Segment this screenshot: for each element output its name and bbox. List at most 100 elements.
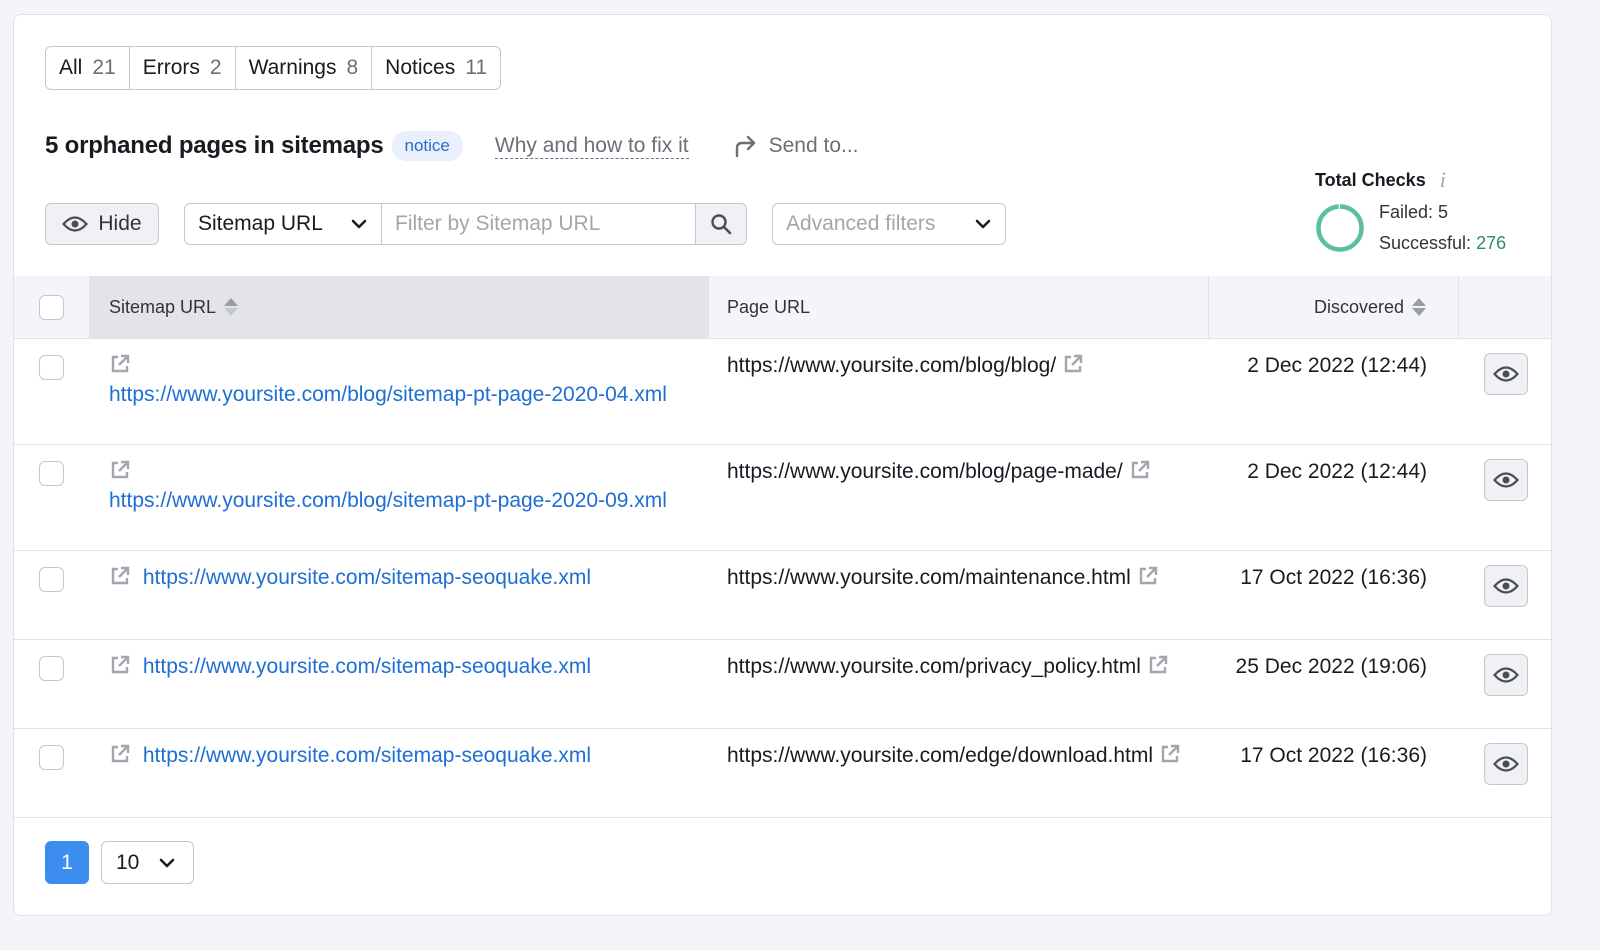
actions-cell — [1459, 640, 1551, 728]
external-link-icon[interactable] — [1129, 459, 1151, 488]
info-icon[interactable]: i — [1440, 167, 1446, 193]
sitemap-url-link[interactable]: https://www.yoursite.com/sitemap-seoquak… — [143, 744, 591, 767]
eye-icon — [1493, 366, 1519, 382]
filter-group: Sitemap URL — [184, 203, 747, 245]
eye-icon — [62, 216, 89, 232]
page-1-button[interactable]: 1 — [45, 841, 89, 884]
view-details-button[interactable] — [1484, 353, 1528, 395]
row-checkbox[interactable] — [39, 567, 64, 592]
row-checkbox[interactable] — [39, 656, 64, 681]
filter-input[interactable] — [382, 204, 695, 244]
checks-donut-chart — [1316, 204, 1364, 252]
tab-count: 2 — [209, 56, 222, 79]
row-checkbox-cell — [14, 640, 89, 728]
sitemap-url-cell: https://www.yoursite.com/sitemap-seoquak… — [89, 640, 709, 728]
view-details-button[interactable] — [1484, 565, 1528, 607]
table-row: https://www.yoursite.com/sitemap-seoquak… — [14, 551, 1551, 640]
actions-cell — [1459, 551, 1551, 639]
table-row: https://www.yoursite.com/blog/sitemap-pt… — [14, 445, 1551, 551]
sitemap-url-link[interactable]: https://www.yoursite.com/blog/sitemap-pt… — [109, 489, 667, 512]
row-checkbox-cell — [14, 729, 89, 817]
failed-count: 5 — [1438, 202, 1449, 222]
tab-notices[interactable]: Notices 11 — [372, 47, 500, 89]
external-link-icon[interactable] — [1147, 654, 1169, 683]
external-link-icon[interactable] — [109, 565, 131, 594]
discovered-cell: 2 Dec 2022 (12:44) — [1247, 460, 1427, 483]
sitemap-url-cell: https://www.yoursite.com/sitemap-seoquak… — [89, 729, 709, 817]
successful-line: Successful: 276 — [1379, 228, 1506, 259]
total-checks-title: Total Checks — [1315, 169, 1426, 190]
column-discovered[interactable]: Discovered — [1209, 276, 1459, 338]
checks-body: Failed: 5 Successful: 276 — [1315, 197, 1506, 259]
successful-count: 276 — [1476, 233, 1507, 253]
column-actions — [1459, 276, 1551, 338]
row-checkbox-cell — [14, 445, 89, 550]
tab-all[interactable]: All 21 — [46, 47, 130, 89]
row-checkbox[interactable] — [39, 461, 64, 486]
page-url-text: https://www.yoursite.com/maintenance.htm… — [727, 566, 1131, 589]
eye-icon — [1493, 472, 1519, 488]
hide-button[interactable]: Hide — [45, 203, 159, 245]
page-url-cell: https://www.yoursite.com/privacy_policy.… — [709, 640, 1209, 728]
actions-cell — [1459, 729, 1551, 817]
issue-type-tabs: All 21 Errors 2 Warnings 8 Notices 11 — [45, 46, 502, 90]
external-link-icon[interactable] — [1137, 565, 1159, 594]
send-to-label: Send to... — [768, 134, 859, 157]
row-checkbox[interactable] — [39, 355, 64, 380]
success-ring — [1316, 204, 1364, 252]
view-details-button[interactable] — [1484, 743, 1528, 785]
row-checkbox[interactable] — [39, 745, 64, 770]
external-link-icon[interactable] — [109, 654, 131, 683]
why-fix-link[interactable]: Why and how to fix it — [494, 134, 689, 159]
page-url-cell: https://www.yoursite.com/blog/page-made/ — [709, 445, 1209, 550]
search-button[interactable] — [695, 204, 746, 244]
total-checks-widget: Total Checks i Failed: 5 Successful: 276 — [1315, 167, 1506, 259]
view-details-button[interactable] — [1484, 459, 1528, 501]
sort-icon[interactable] — [1412, 298, 1426, 316]
issue-report-card: All 21 Errors 2 Warnings 8 Notices 11 5 orph… — [13, 14, 1552, 916]
discovered-cell: 2 Dec 2022 (12:44) — [1247, 354, 1427, 377]
eye-icon — [1493, 667, 1519, 683]
column-label: Page URL — [727, 296, 811, 317]
total-checks-heading: Total Checks i — [1315, 167, 1506, 193]
row-checkbox-cell — [14, 339, 89, 444]
chevron-down-icon — [351, 219, 367, 229]
search-icon — [711, 214, 732, 235]
page-url-text: https://www.yoursite.com/blog/blog/ — [727, 354, 1057, 377]
sitemap-url-cell: https://www.yoursite.com/blog/sitemap-pt… — [89, 445, 709, 550]
external-link-icon[interactable] — [1159, 743, 1181, 772]
sitemap-url-link[interactable]: https://www.yoursite.com/blog/sitemap-pt… — [109, 383, 667, 406]
external-link-icon[interactable] — [109, 743, 131, 772]
send-to-button[interactable]: Send to... — [733, 134, 859, 158]
checks-counts: Failed: 5 Successful: 276 — [1379, 197, 1506, 259]
external-link-icon[interactable] — [109, 459, 699, 488]
failed-line: Failed: 5 — [1379, 197, 1506, 228]
tab-warnings[interactable]: Warnings 8 — [236, 47, 373, 89]
sitemap-url-link[interactable]: https://www.yoursite.com/sitemap-seoquak… — [143, 655, 591, 678]
table-body: https://www.yoursite.com/blog/sitemap-pt… — [14, 339, 1551, 818]
tab-label: All — [59, 56, 83, 79]
per-page-value: 10 — [116, 850, 140, 874]
column-sitemap-url[interactable]: Sitemap URL — [89, 276, 709, 338]
issue-title: 5 orphaned pages in sitemaps — [45, 132, 384, 159]
tab-count: 8 — [346, 56, 359, 79]
tab-label: Errors — [142, 56, 200, 79]
per-page-select[interactable]: 10 — [101, 841, 194, 884]
page-url-cell: https://www.yoursite.com/blog/blog/ — [709, 339, 1209, 444]
filter-field-select[interactable]: Sitemap URL — [185, 204, 382, 244]
view-details-button[interactable] — [1484, 654, 1528, 696]
external-link-icon[interactable] — [109, 353, 699, 382]
external-link-icon[interactable] — [1062, 353, 1084, 382]
tab-label: Notices — [385, 56, 456, 79]
page-url-cell: https://www.yoursite.com/maintenance.htm… — [709, 551, 1209, 639]
discovered-cell: 17 Oct 2022 (16:36) — [1240, 744, 1427, 767]
tab-errors[interactable]: Errors 2 — [130, 47, 236, 89]
select-all-checkbox[interactable] — [39, 294, 64, 320]
sort-icon[interactable] — [224, 298, 239, 316]
column-label: Discovered — [1313, 296, 1404, 317]
eye-icon — [1493, 578, 1519, 594]
sitemap-url-link[interactable]: https://www.yoursite.com/sitemap-seoquak… — [143, 566, 591, 589]
advanced-filters-dropdown[interactable]: Advanced filters — [772, 203, 1006, 245]
advanced-filters-label: Advanced filters — [786, 212, 936, 235]
actions-cell — [1459, 445, 1551, 550]
